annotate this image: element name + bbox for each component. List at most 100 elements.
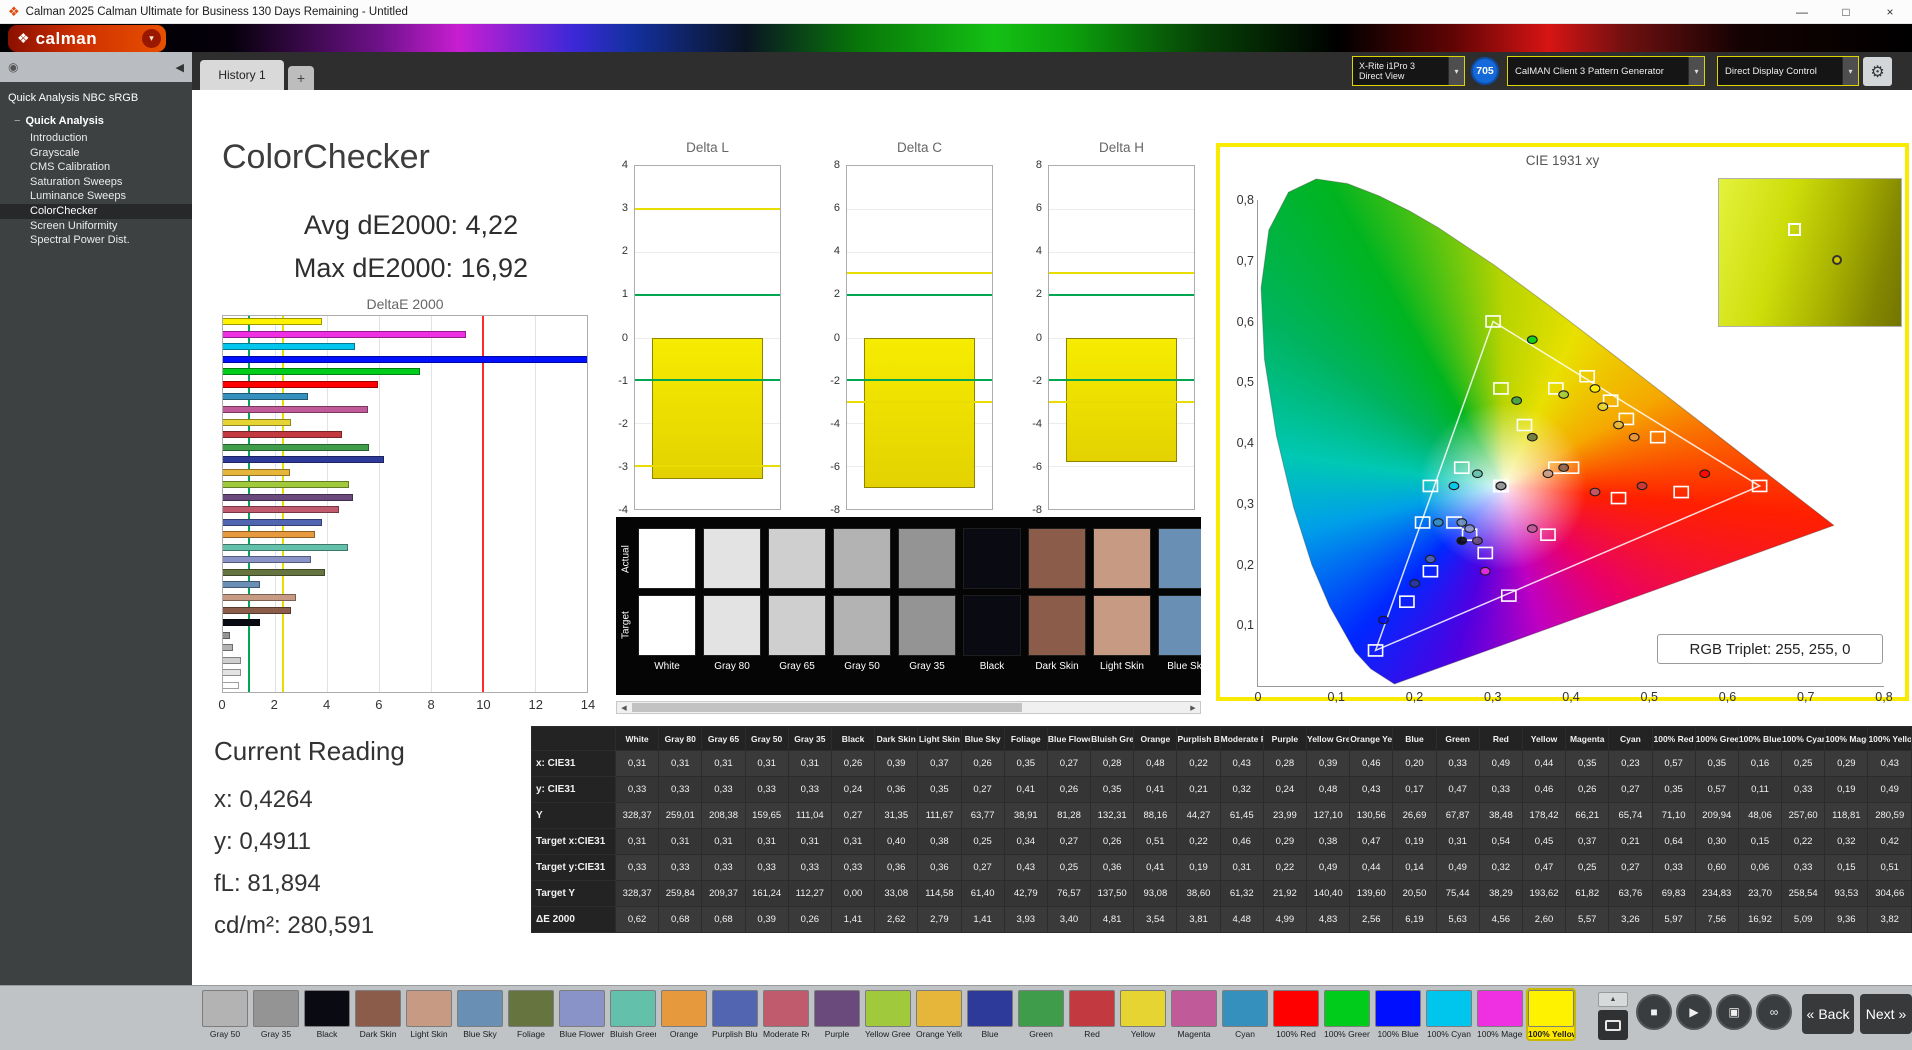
target-swatch-black xyxy=(963,595,1021,656)
patch-button-yellow-green[interactable]: Yellow Green xyxy=(865,990,911,1039)
logo-menu-button[interactable]: ▾ xyxy=(142,29,161,48)
patch-button-orange-yellow[interactable]: Orange Yellow xyxy=(916,990,962,1039)
tree-expander-icon[interactable]: − xyxy=(14,115,20,127)
expand-up-button[interactable]: ▲ xyxy=(1598,992,1628,1007)
maximize-button[interactable]: □ xyxy=(1824,0,1868,24)
sidebar-item-colorchecker[interactable]: ColorChecker xyxy=(0,203,192,219)
patch-button-dark-skin[interactable]: Dark Skin xyxy=(355,990,401,1039)
patch-button-orange[interactable]: Orange xyxy=(661,990,707,1039)
play-button[interactable]: ▶ xyxy=(1676,994,1712,1030)
deltae-bar-moderate-red xyxy=(223,506,340,514)
swatch-column-label: Light Skin xyxy=(1100,661,1144,672)
deltae-bar-100-cyan xyxy=(223,343,356,351)
patch-button-moderate-red[interactable]: Moderate Red xyxy=(763,990,809,1039)
patch-button-100-cyan[interactable]: 100% Cyan xyxy=(1426,990,1472,1039)
save-button[interactable]: ▣ xyxy=(1716,994,1752,1030)
sidebar-item-cms-calibration[interactable]: CMS Calibration xyxy=(0,160,192,175)
target-swatch-gray-35 xyxy=(898,595,956,656)
back-button[interactable]: « Back xyxy=(1802,994,1854,1034)
meter-badge: 705 xyxy=(1471,57,1499,85)
patch-button-green[interactable]: Green xyxy=(1018,990,1064,1039)
patch-button-purple[interactable]: Purple xyxy=(814,990,860,1039)
patch-button-bluish-green[interactable]: Bluish Green xyxy=(610,990,656,1039)
pattern-generator-label: CalMAN Client 3 Pattern Generator xyxy=(1515,65,1664,77)
deltae-bar-100-green xyxy=(223,368,420,376)
patch-button-black[interactable]: Black xyxy=(304,990,350,1039)
patch-button-blue-sky[interactable]: Blue Sky xyxy=(457,990,503,1039)
patch-button-light-skin[interactable]: Light Skin xyxy=(406,990,452,1039)
cie-y-ticks: 0,1 0,2 0,3 0,4 0,5 0,6 0,7 0,8 xyxy=(1236,193,1254,633)
patch-button-yellow[interactable]: Yellow xyxy=(1120,990,1166,1039)
calman-logo[interactable]: ❖ calman ▾ xyxy=(8,25,166,52)
next-label: Next xyxy=(1865,1006,1895,1022)
scrollbar-thumb[interactable] xyxy=(632,703,1022,712)
pattern-window-icon xyxy=(1605,1019,1621,1031)
sidebar-item-screen-uniformity[interactable]: Screen Uniformity xyxy=(0,219,192,234)
close-button[interactable]: × xyxy=(1868,0,1912,24)
meter-dropdown[interactable]: X-Rite i1Pro 3 Direct View ▾ xyxy=(1352,56,1465,86)
pattern-window-button[interactable] xyxy=(1598,1010,1628,1040)
patch-button-magenta[interactable]: Magenta xyxy=(1171,990,1217,1039)
delta-h-chart: Delta H 8 6 4 2 0 -2 -4 -6 -8 xyxy=(1020,140,1196,516)
deltae-bar-black xyxy=(223,619,260,627)
sidebar-root-quick-analysis[interactable]: − Quick Analysis xyxy=(0,110,192,131)
patch-button-gray-35[interactable]: Gray 35 xyxy=(253,990,299,1039)
delta-l-chart: Delta L 4 3 2 1 0 -1 -2 -3 -4 xyxy=(606,140,782,516)
delta_l-bar xyxy=(652,337,763,479)
gamut-triangle xyxy=(1376,321,1760,650)
swatch-column-label: Gray 65 xyxy=(779,661,815,672)
sidebar-item-spectral-power-dist-[interactable]: Spectral Power Dist. xyxy=(0,233,192,248)
minimize-button[interactable]: — xyxy=(1780,0,1824,24)
actual-swatch-dark-skin xyxy=(1028,528,1086,589)
pattern-generator-dropdown[interactable]: CalMAN Client 3 Pattern Generator ▾ xyxy=(1507,56,1705,86)
deltae-bar-orange-yellow xyxy=(223,468,290,476)
patch-button-blue-flower[interactable]: Blue Flower xyxy=(559,990,605,1039)
sidebar-item-grayscale[interactable]: Grayscale xyxy=(0,146,192,161)
sidebar-item-saturation-sweeps[interactable]: Saturation Sweeps xyxy=(0,175,192,190)
patch-button-100-magenta[interactable]: 100% Magenta xyxy=(1477,990,1523,1039)
next-chevron-icon: » xyxy=(1898,1006,1907,1022)
session-icon[interactable]: ◉ xyxy=(8,60,18,74)
patch-button-100-red[interactable]: 100% Red xyxy=(1273,990,1319,1039)
chevron-down-icon[interactable]: ▾ xyxy=(1448,57,1464,85)
patch-button-100-yellow[interactable]: 100% Yellow xyxy=(1526,988,1576,1041)
display-control-dropdown[interactable]: Direct Display Control ▾ xyxy=(1717,56,1859,86)
tab-history-1[interactable]: History 1 xyxy=(200,60,284,90)
loop-button[interactable]: ∞ xyxy=(1756,994,1792,1030)
tab-add-button[interactable]: + xyxy=(288,66,314,90)
patch-comparison-panel: Actual Target White Gray 80 Gray 65 Gray 50… xyxy=(616,517,1201,695)
sidebar-collapse-button[interactable]: ◀ xyxy=(176,61,184,74)
patch-button-100-blue[interactable]: 100% Blue xyxy=(1375,990,1421,1039)
sidebar-item-luminance-sweeps[interactable]: Luminance Sweeps xyxy=(0,189,192,204)
page-title: ColorChecker xyxy=(222,138,430,176)
current-reading-value: fL: 81,894 xyxy=(214,870,321,897)
delta_c-ticks: 8 6 4 2 0 -2 -4 -6 -8 xyxy=(830,159,840,516)
scroll-left-icon[interactable]: ◀ xyxy=(617,702,631,713)
deltae-bar-100-red xyxy=(223,380,379,388)
delta-l-title: Delta L xyxy=(686,140,729,155)
patch-button-foliage[interactable]: Foliage xyxy=(508,990,554,1039)
next-button[interactable]: Next » xyxy=(1860,994,1912,1034)
patch-button-cyan[interactable]: Cyan xyxy=(1222,990,1268,1039)
delta_h-plot xyxy=(1048,165,1195,510)
deltae-bar-gray-50 xyxy=(223,644,234,652)
chevron-down-icon[interactable]: ▾ xyxy=(1688,57,1704,85)
patch-button-100-green[interactable]: 100% Green xyxy=(1324,990,1370,1039)
max-de2000-value: Max dE2000: 16,92 xyxy=(293,253,529,283)
deltae-bar-gray-35 xyxy=(223,631,230,639)
swatch-scrollbar[interactable]: ◀ ▶ xyxy=(616,701,1201,714)
scroll-right-icon[interactable]: ▶ xyxy=(1186,702,1200,713)
patch-button-blue[interactable]: Blue xyxy=(967,990,1013,1039)
patch-button-purplish-blue[interactable]: Purplish Blue xyxy=(712,990,758,1039)
sidebar-item-introduction[interactable]: Introduction xyxy=(0,131,192,146)
actual-swatch-white xyxy=(638,528,696,589)
deltae-bar-blue xyxy=(223,456,384,464)
delta-c-title: Delta C xyxy=(896,140,942,155)
patch-button-red[interactable]: Red xyxy=(1069,990,1115,1039)
app-logo-icon: ❖ xyxy=(8,3,20,19)
current-reading-value: y: 0,4911 xyxy=(214,828,311,855)
chevron-down-icon[interactable]: ▾ xyxy=(1842,57,1858,85)
settings-gear-button[interactable]: ⚙ xyxy=(1863,57,1892,86)
stop-button[interactable]: ■ xyxy=(1636,994,1672,1030)
patch-button-gray-50[interactable]: Gray 50 xyxy=(202,990,248,1039)
